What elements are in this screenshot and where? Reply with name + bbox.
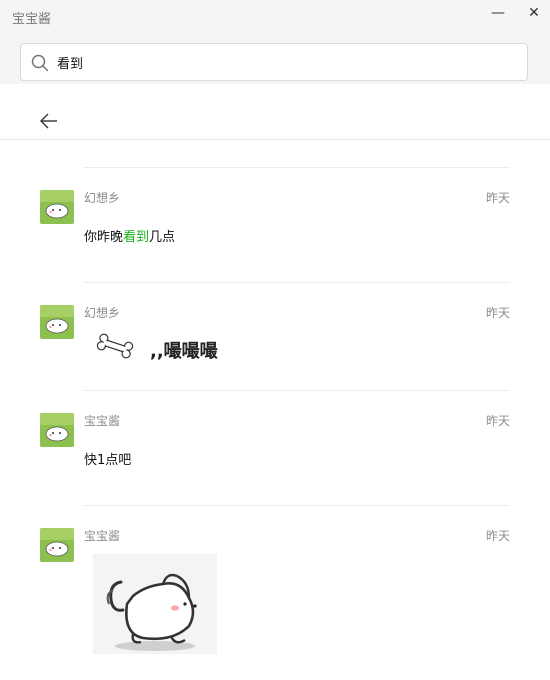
back-arrow-icon	[40, 113, 57, 129]
search-box[interactable]	[20, 43, 528, 81]
message-time: 昨天	[485, 306, 510, 320]
message-time: 昨天	[485, 414, 510, 428]
avatar-image	[40, 190, 74, 224]
sender-name: 宝宝酱	[84, 414, 121, 428]
avatar[interactable]	[40, 305, 74, 339]
window-header: 宝宝酱 — ✕	[0, 0, 550, 84]
result-divider	[84, 390, 510, 391]
back-button[interactable]	[36, 108, 62, 134]
message-text-part: 你昨晚	[84, 230, 124, 245]
header-divider	[0, 139, 550, 140]
sender-name: 幻想乡	[84, 306, 121, 320]
result-divider	[84, 167, 510, 168]
search-icon	[31, 54, 49, 72]
search-result-item[interactable]: 幻想乡 昨天 ,,嘬嘬嘬	[0, 303, 550, 383]
sender-name: 幻想乡	[84, 191, 121, 205]
keyword-highlight: 看到	[123, 230, 150, 245]
result-divider	[84, 505, 510, 506]
chat-search-window: 宝宝酱 — ✕ 幻想乡	[0, 0, 550, 680]
message-time: 昨天	[485, 529, 510, 543]
dog-sticker-image[interactable]	[93, 554, 217, 654]
avatar[interactable]	[40, 528, 74, 562]
search-result-item[interactable]: 宝宝酱 昨天	[0, 526, 550, 666]
message-time: 昨天	[485, 191, 510, 205]
search-input[interactable]	[57, 52, 517, 72]
sender-name: 宝宝酱	[84, 529, 121, 543]
avatar-image	[40, 528, 74, 562]
search-result-item[interactable]: 宝宝酱 昨天 快1点吧	[0, 411, 550, 491]
avatar-image	[40, 305, 74, 339]
minimize-button[interactable]: —	[484, 4, 512, 22]
dog-sticker-drawing	[93, 554, 217, 654]
close-button[interactable]: ✕	[520, 4, 548, 22]
avatar[interactable]	[40, 190, 74, 224]
message-text-part: 几点	[149, 230, 176, 245]
avatar[interactable]	[40, 413, 74, 447]
sticker-text: ,,嘬嘬嘬	[150, 341, 218, 362]
bone-sticker-icon	[96, 333, 134, 359]
window-title: 宝宝酱	[12, 12, 52, 27]
result-divider	[84, 282, 510, 283]
message-text: 快1点吧	[84, 453, 132, 468]
avatar-image	[40, 413, 74, 447]
search-result-item[interactable]: 幻想乡 昨天 你昨晚看到几点	[0, 188, 550, 268]
message-text: 你昨晚看到几点	[84, 226, 175, 245]
